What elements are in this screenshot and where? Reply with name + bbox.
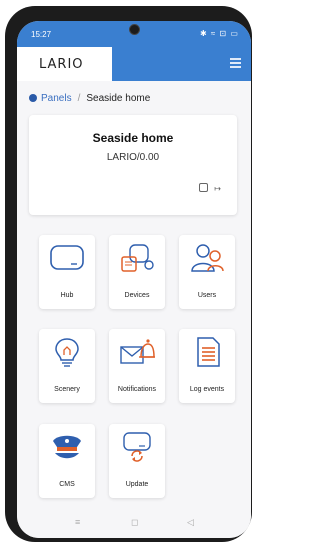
- panel-subtitle: LARIO/0.00: [106, 152, 160, 163]
- phone-screen: 15:27 ✱ ≈ ⊡ ▭ LARIO Panels / Seaside home …: [17, 21, 251, 538]
- update-icon: [123, 432, 151, 462]
- app-bar: LARIO: [17, 47, 251, 81]
- hub-icon: [50, 245, 84, 270]
- tile-devices[interactable]: Devices: [109, 235, 165, 309]
- tile-hub[interactable]: Hub: [39, 235, 95, 309]
- panel-card: Seaside home LARIO/0.00 ↦: [29, 115, 237, 215]
- status-time: 15:27: [31, 30, 52, 39]
- logout-icon[interactable]: ↦: [214, 184, 221, 193]
- users-icon: [191, 244, 224, 272]
- police-hat-icon: [53, 435, 81, 459]
- logo-box[interactable]: LARIO: [17, 47, 112, 81]
- devices-icon: [121, 244, 154, 272]
- tile-scenery[interactable]: Scenery: [39, 329, 95, 403]
- tile-log-events[interactable]: Log events: [179, 329, 235, 403]
- phone-frame: 15:27 ✱ ≈ ⊡ ▭ LARIO Panels / Seaside home …: [5, 6, 252, 542]
- nav-back-icon[interactable]: ◁: [187, 517, 194, 528]
- panels-icon: [29, 94, 37, 102]
- nav-home-icon[interactable]: ◻: [131, 517, 138, 528]
- notifications-icon: [120, 339, 155, 364]
- tile-label: Update: [125, 481, 149, 488]
- panel-checkbox[interactable]: [199, 183, 209, 192]
- status-bar: 15:27 ✱ ≈ ⊡ ▭: [17, 21, 251, 47]
- panel-title: Seaside home: [92, 131, 174, 145]
- front-camera: [129, 24, 140, 35]
- system-nav-bar: ≡ ◻ ◁: [17, 510, 251, 538]
- tile-label: Log events: [189, 386, 225, 393]
- lightbulb-icon: [55, 338, 79, 367]
- app-logo: LARIO: [39, 57, 84, 72]
- tile-label: Hub: [60, 292, 74, 299]
- tile-notifications[interactable]: Notifications: [109, 329, 165, 403]
- breadcrumb-current: Seaside home: [86, 93, 151, 104]
- panel-controls: ↦: [199, 183, 221, 193]
- breadcrumb-separator: /: [77, 93, 81, 104]
- tile-update[interactable]: Update: [109, 424, 165, 498]
- breadcrumb-panels-link[interactable]: Panels: [41, 93, 72, 104]
- status-icons: ✱ ≈ ⊡ ▭: [199, 29, 239, 38]
- breadcrumb: Panels / Seaside home: [29, 93, 150, 104]
- tile-label: CMS: [59, 481, 75, 488]
- nav-menu-icon[interactable]: ≡: [75, 517, 80, 527]
- tile-users[interactable]: Users: [179, 235, 235, 309]
- log-events-icon: [197, 337, 220, 367]
- tile-cms[interactable]: CMS: [39, 424, 95, 498]
- tile-label: Devices: [124, 292, 150, 299]
- hamburger-menu-icon[interactable]: [230, 58, 241, 68]
- tile-label: Users: [197, 292, 217, 299]
- tile-label: Notifications: [117, 386, 157, 393]
- tile-label: Scenery: [54, 386, 80, 393]
